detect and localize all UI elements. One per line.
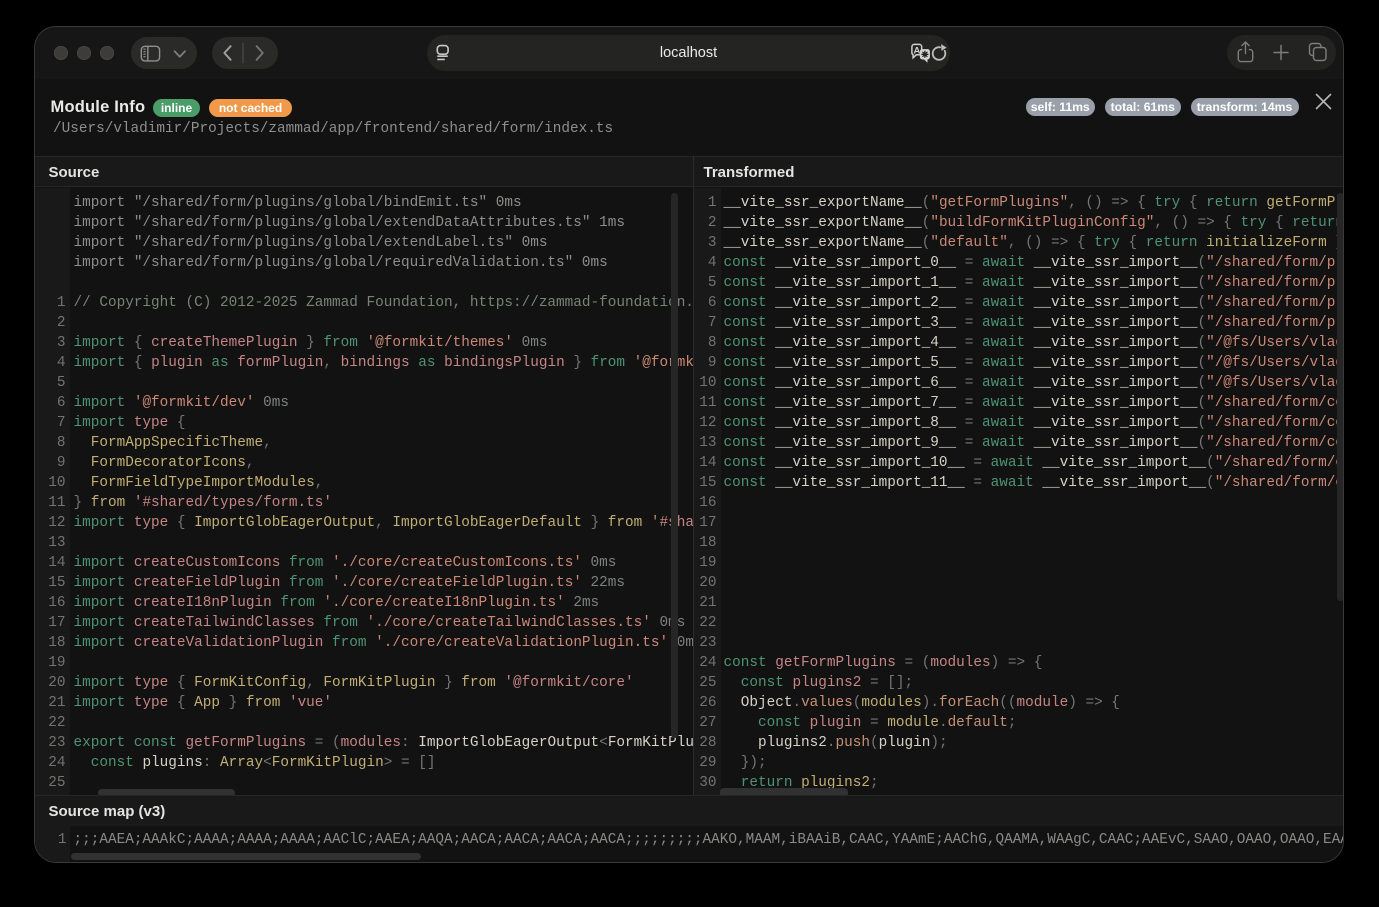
svg-text:A: A: [913, 45, 920, 56]
